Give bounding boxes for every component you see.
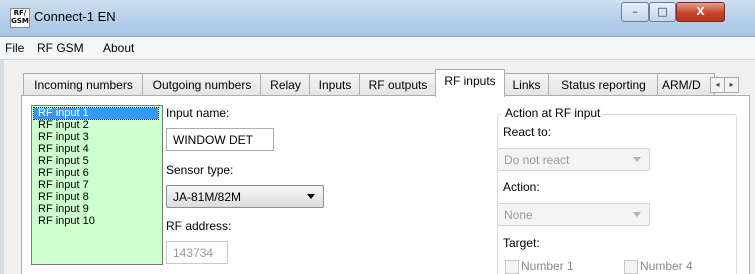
window-edge [0,60,4,274]
list-item-rf-input-3[interactable]: RF input 3 [34,132,158,143]
list-item-rf-input-8[interactable]: RF input 8 [34,192,158,203]
target-number-4-label: Number 4 [640,259,693,273]
tab-strip: Incoming numbers Outgoing numbers Relay … [0,60,755,97]
chevron-down-icon [633,157,641,162]
app-window: RF/GSM Connect-1 EN – □ X File RF GSM Ab… [0,0,755,274]
title-bar[interactable]: RF/GSM Connect-1 EN – □ X [0,0,755,37]
minimize-button[interactable]: – [621,2,649,22]
list-item-rf-input-7[interactable]: RF input 7 [34,180,158,191]
menu-bar: File RF GSM About [0,37,755,60]
app-icon: RF/GSM [10,8,30,28]
react-to-value: Do not react [504,153,570,167]
react-to-select[interactable]: Do not react [497,148,650,171]
sensor-type-value: JA-81M/82M [173,190,242,204]
list-item-rf-input-4[interactable]: RF input 4 [34,144,158,155]
action-value: None [504,208,533,222]
menu-rf-gsm[interactable]: RF GSM [37,41,84,55]
close-button[interactable]: X [676,2,725,22]
sensor-type-label: Sensor type: [166,163,234,177]
list-item-rf-input-2[interactable]: RF input 2 [34,120,158,131]
chevron-down-icon [633,212,641,217]
maximize-button[interactable]: □ [649,2,676,22]
tab-rf-outputs[interactable]: RF outputs [359,73,437,96]
action-select[interactable]: None [497,203,650,226]
target-label: Target: [503,236,540,250]
target-number-4-checkbox[interactable] [624,260,638,274]
input-name-label: Input name: [166,106,230,120]
tab-status-reporting[interactable]: Status reporting [548,73,659,96]
target-number-1-checkbox[interactable] [505,260,519,274]
action-label: Action: [503,180,540,194]
list-item-rf-input-10[interactable]: RF input 10 [34,216,158,227]
tab-inputs[interactable]: Inputs [309,73,361,96]
rf-address-field[interactable]: 143734 [166,241,228,264]
chevron-down-icon [307,194,315,199]
input-name-field[interactable]: WINDOW DET [166,128,274,151]
menu-about[interactable]: About [103,41,134,55]
tab-arm-disarm[interactable]: ARM/D [657,73,715,96]
tab-relay[interactable]: Relay [260,73,311,96]
list-item-rf-input-6[interactable]: RF input 6 [34,168,158,179]
sensor-type-select[interactable]: JA-81M/82M [166,185,324,208]
tab-scroll-left-icon[interactable]: ◂ [710,77,725,93]
tab-outgoing-numbers[interactable]: Outgoing numbers [142,73,262,96]
react-to-label: React to: [503,125,552,139]
menu-file[interactable]: File [5,41,24,55]
tab-scroll-right-icon[interactable]: ▸ [724,77,739,93]
list-item-rf-input-1[interactable]: RF input 1 [33,107,159,120]
rf-input-list[interactable]: RF input 1 RF input 2 RF input 3 RF inpu… [31,105,163,265]
rf-address-label: RF address: [166,219,232,233]
window-title: Connect-1 EN [34,9,116,24]
target-number-1-label: Number 1 [521,259,574,273]
tab-rf-inputs[interactable]: RF inputs [435,69,505,97]
list-item-rf-input-9[interactable]: RF input 9 [34,204,158,215]
tab-incoming-numbers[interactable]: Incoming numbers [23,73,144,96]
tab-links[interactable]: Links [503,73,550,96]
list-item-rf-input-5[interactable]: RF input 5 [34,156,158,167]
action-group-title: Action at RF input [502,106,604,120]
